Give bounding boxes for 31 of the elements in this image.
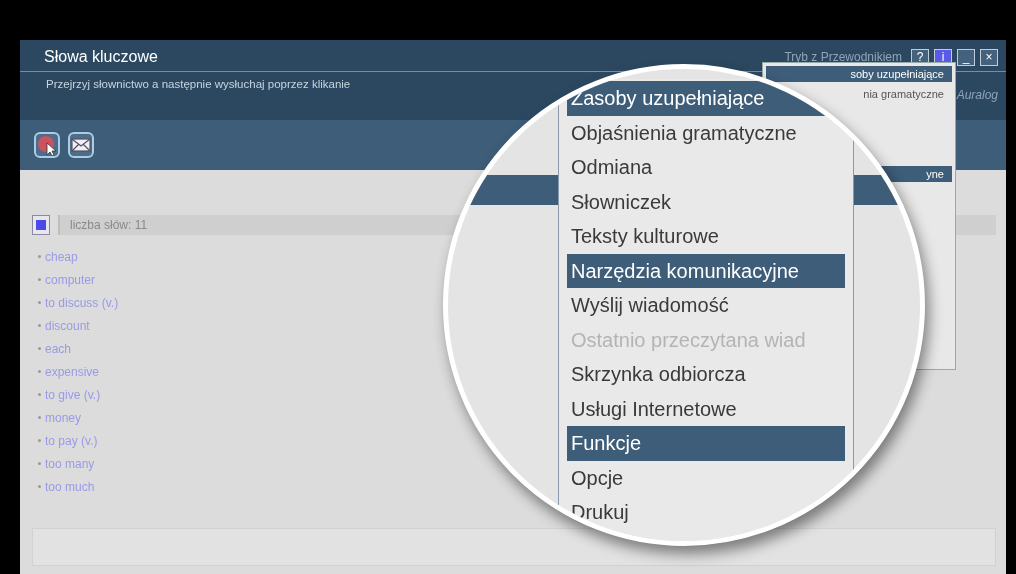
checkbox[interactable] <box>32 215 50 235</box>
bullet-icon <box>38 324 41 327</box>
menu-item[interactable]: soby uzupełniające <box>766 66 952 82</box>
record-button[interactable] <box>34 132 60 158</box>
record-cursor-icon <box>36 134 58 156</box>
window-subtitle: Przejrzyj słownictwo a następnie wysłuchaj poprzez klikanie <box>46 78 351 92</box>
window-title: Słowa kluczowe <box>44 48 158 66</box>
mail-button[interactable] <box>68 132 94 158</box>
menu-item[interactable]: Skrzynka odbiorcza <box>567 357 845 392</box>
menu-item[interactable]: Odmiana <box>567 150 845 185</box>
bullet-icon <box>38 416 41 419</box>
envelope-icon <box>71 138 91 152</box>
bullet-icon <box>38 462 41 465</box>
menu-item[interactable]: Opcje <box>567 460 845 495</box>
bullet-icon <box>38 485 41 488</box>
bullet-icon <box>38 439 41 442</box>
bullet-icon <box>38 370 41 373</box>
mode-label: Tryb z Przewodnikiem <box>784 50 902 64</box>
bullet-icon <box>38 393 41 396</box>
bullet-icon <box>38 347 41 350</box>
menu-item[interactable]: Narzędzia komunikacyjne <box>567 253 845 288</box>
bullet-icon <box>38 301 41 304</box>
bullet-icon <box>38 278 41 281</box>
menu-item[interactable]: Wyślij wiadomość <box>567 288 845 323</box>
title-bar-button[interactable]: _ <box>957 48 975 66</box>
bullet-icon <box>38 255 41 258</box>
menu-item[interactable]: Usługi Internetowe <box>567 391 845 426</box>
menu-item[interactable]: Objaśnienia gramatyczne <box>567 115 845 150</box>
title-bar-button[interactable]: × <box>980 48 998 66</box>
menu-item[interactable]: Funkcje <box>567 426 845 461</box>
logo: Auralog <box>956 88 998 102</box>
